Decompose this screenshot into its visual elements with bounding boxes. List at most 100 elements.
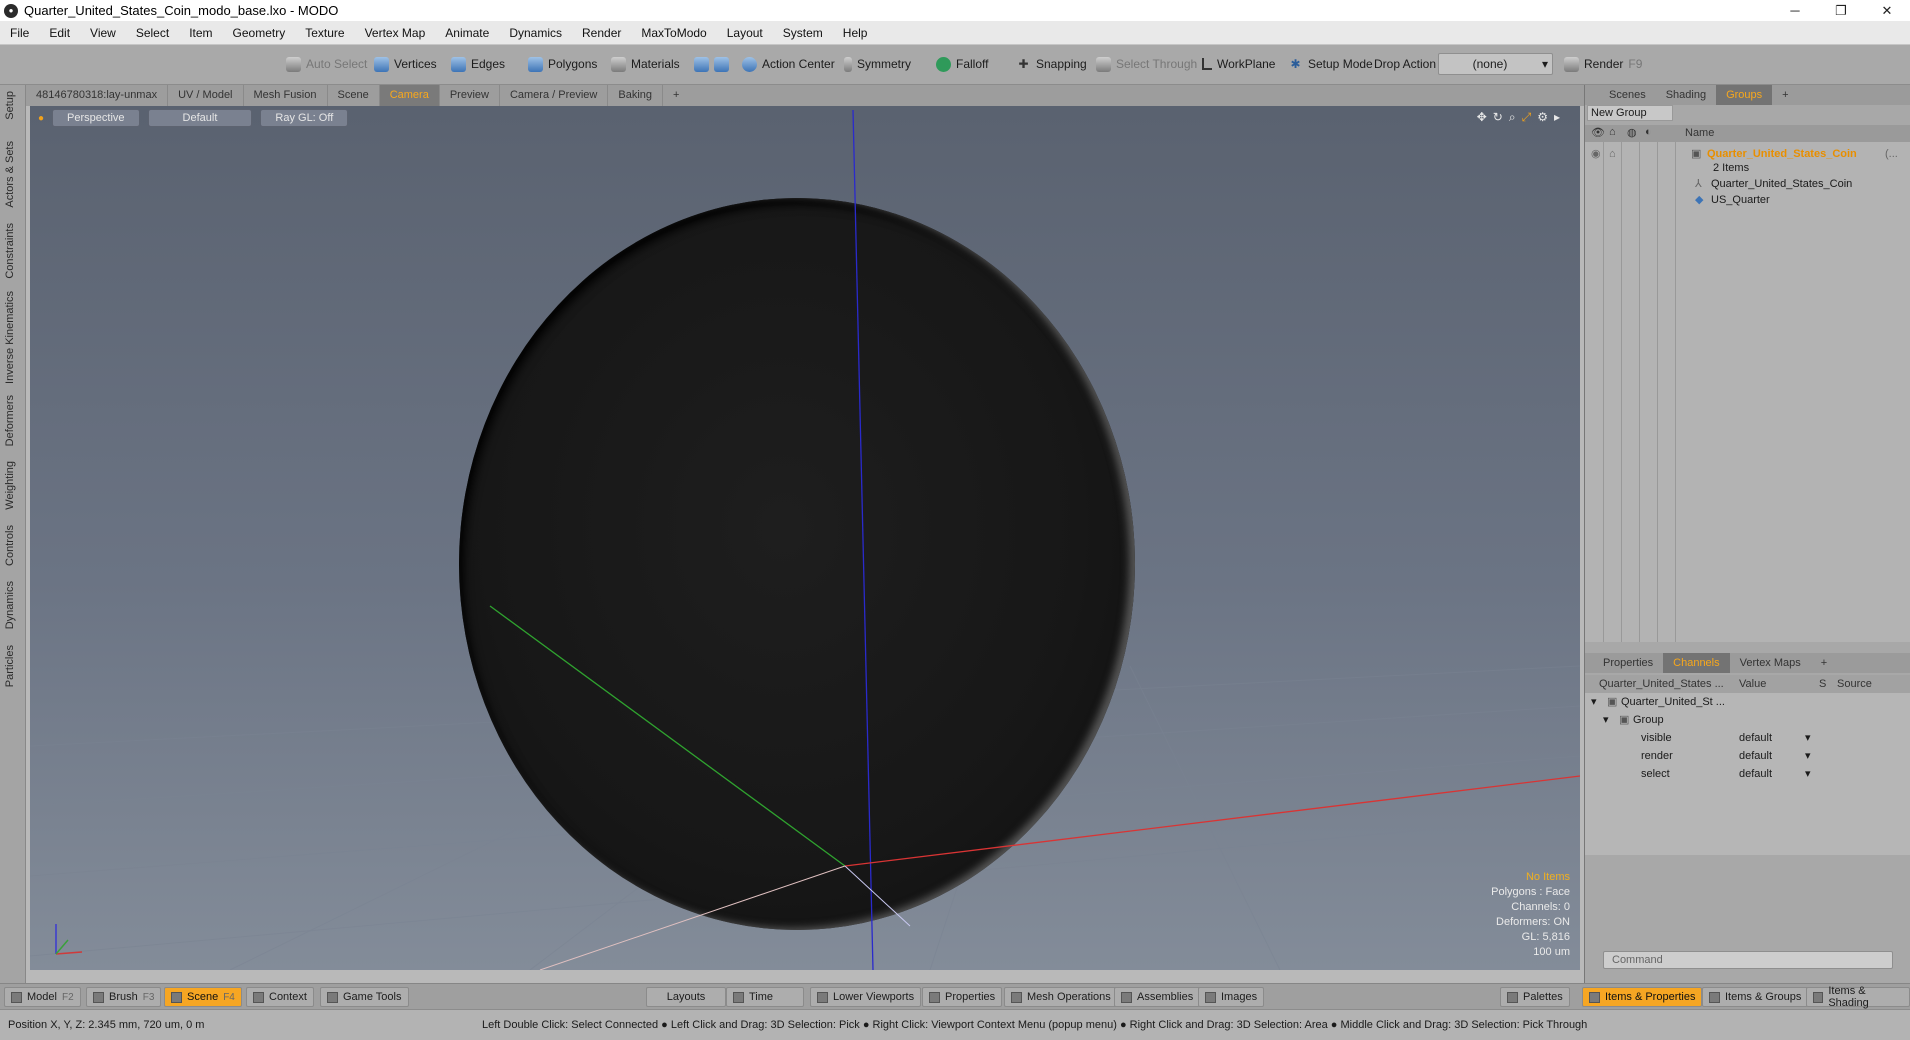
tab-shading[interactable]: Shading [1656, 89, 1716, 101]
falloff-button[interactable]: Falloff [932, 53, 992, 75]
menu-system[interactable]: System [773, 26, 833, 40]
menu-edit[interactable]: Edit [39, 26, 80, 40]
menu-view[interactable]: View [80, 26, 126, 40]
tab-controls[interactable]: Controls [4, 525, 16, 566]
expand-icon[interactable]: ▾ [1603, 711, 1609, 729]
tab-properties[interactable]: Properties [1585, 657, 1663, 669]
brush-layout-button[interactable]: Brush F3 [86, 987, 162, 1007]
chevron-down-icon[interactable]: ▾ [1805, 729, 1811, 747]
lower-viewports-button[interactable]: Lower Viewports [810, 987, 922, 1007]
drop-action-dropdown[interactable]: (none) ▾ [1438, 53, 1553, 75]
tab-layout-unmax[interactable]: 48146780318:lay-unmax [26, 85, 169, 106]
play-icon[interactable]: ▸ [1554, 110, 1560, 125]
menu-render[interactable]: Render [572, 26, 631, 40]
menu-file[interactable]: File [0, 26, 39, 40]
polygons-button[interactable]: Polygons [524, 53, 601, 75]
snapping-button[interactable]: ✚ Snapping [1012, 53, 1091, 75]
select-through-button[interactable]: Select Through [1092, 53, 1201, 75]
add-tab-button[interactable]: + [1811, 657, 1837, 669]
channel-value[interactable]: default [1739, 765, 1772, 783]
maximize-icon[interactable]: ⤢ [1522, 110, 1532, 125]
workplane-button[interactable]: WorkPlane [1198, 53, 1279, 75]
tab-vertex-maps[interactable]: Vertex Maps [1730, 657, 1811, 669]
edges-button[interactable]: Edges [447, 53, 509, 75]
lock-icon[interactable]: ⌂ [1609, 126, 1616, 138]
tab-constraints[interactable]: Constraints [4, 223, 16, 279]
game-tools-button[interactable]: Game Tools [320, 987, 409, 1007]
menu-geometry[interactable]: Geometry [223, 26, 296, 40]
images-button[interactable]: Images [1198, 987, 1265, 1007]
render-button[interactable]: Render F9 [1560, 53, 1646, 75]
tab-deformers[interactable]: Deformers [4, 395, 16, 446]
layouts-button[interactable]: Layouts [646, 987, 726, 1007]
menu-dynamics[interactable]: Dynamics [499, 26, 572, 40]
menu-maxtomodo[interactable]: MaxToModo [631, 26, 716, 40]
shading-mode-button[interactable]: Default [147, 109, 253, 127]
tab-dynamics[interactable]: Dynamics [4, 581, 16, 629]
tab-setup[interactable]: Setup [4, 91, 16, 120]
tab-particles[interactable]: Particles [4, 645, 16, 687]
pan-icon[interactable]: ✥ [1477, 110, 1487, 125]
palettes-button[interactable]: Palettes [1500, 987, 1570, 1007]
tab-actors-sets[interactable]: Actors & Sets [4, 141, 16, 208]
properties-button[interactable]: Properties [922, 987, 1003, 1007]
tab-inverse-kinematics[interactable]: Inverse Kinematics [4, 291, 16, 384]
restore-button[interactable]: ❐ [1818, 0, 1864, 21]
tab-preview[interactable]: Preview [440, 85, 500, 106]
expand-icon[interactable]: ▾ [1591, 693, 1597, 711]
tab-weighting[interactable]: Weighting [4, 461, 16, 510]
materials-button[interactable]: Materials [607, 53, 684, 75]
context-button[interactable]: Context [246, 987, 314, 1007]
symmetry-button[interactable]: Symmetry [840, 53, 915, 75]
menu-vertex-map[interactable]: Vertex Map [355, 26, 436, 40]
tab-camera[interactable]: Camera [379, 85, 440, 106]
model-layout-button[interactable]: Model F2 [4, 987, 81, 1007]
action-center-button[interactable]: Action Center [738, 53, 839, 75]
menu-help[interactable]: Help [833, 26, 878, 40]
mesh-operations-button[interactable]: Mesh Operations [1004, 987, 1118, 1007]
new-group-button[interactable]: New Group [1587, 105, 1673, 121]
group-child-row[interactable]: ⅄ Quarter_United_States_Coin [1585, 176, 1910, 192]
channel-group-row[interactable]: ▾ ▣ Group [1585, 711, 1910, 729]
auto-select-button[interactable]: Auto Select [282, 53, 371, 75]
tab-scenes[interactable]: Scenes [1585, 89, 1656, 101]
tab-mesh-fusion[interactable]: Mesh Fusion [244, 85, 328, 106]
items-properties-button[interactable]: Items & Properties [1582, 987, 1703, 1007]
add-tab-button[interactable]: + [663, 85, 689, 106]
items-shading-button[interactable]: Items & Shading [1806, 985, 1910, 1009]
channel-item-row[interactable]: ▾ ▣ Quarter_United_St ... [1585, 693, 1910, 711]
channel-row-visible[interactable]: visible default ▾ [1585, 729, 1910, 747]
component-mode-button[interactable] [690, 53, 733, 75]
rotate-icon[interactable]: ↻ [1493, 110, 1503, 125]
command-input[interactable]: Command [1603, 951, 1893, 969]
channel-value[interactable]: default [1739, 747, 1772, 765]
menu-layout[interactable]: Layout [717, 26, 773, 40]
vertices-button[interactable]: Vertices [370, 53, 441, 75]
channel-value[interactable]: default [1739, 729, 1772, 747]
scene-layout-button[interactable]: Scene F4 [164, 987, 242, 1007]
tab-channels[interactable]: Channels [1663, 653, 1730, 673]
3d-viewport[interactable]: ● Perspective Default Ray GL: Off ✥ ↻ ⌕ … [30, 106, 1580, 970]
tab-camera-preview[interactable]: Camera / Preview [500, 85, 609, 106]
setup-mode-button[interactable]: ✱ Setup Mode [1284, 53, 1377, 75]
tab-scene[interactable]: Scene [328, 85, 380, 106]
items-groups-button[interactable]: Items & Groups [1702, 987, 1809, 1007]
group-child-row[interactable]: ◆ US_Quarter [1585, 192, 1910, 208]
assemblies-button[interactable]: Assemblies [1114, 987, 1201, 1007]
chevron-down-icon[interactable]: ▾ [1805, 765, 1811, 783]
raygl-toggle[interactable]: Ray GL: Off [260, 109, 349, 127]
time-button[interactable]: Time [726, 987, 804, 1007]
add-tab-button[interactable]: + [1772, 89, 1798, 101]
menu-select[interactable]: Select [126, 26, 179, 40]
gear-icon[interactable]: ⚙ [1537, 110, 1548, 125]
close-button[interactable]: ✕ [1864, 0, 1910, 21]
render-toggle-icon[interactable]: ◍ [1627, 126, 1637, 139]
eye-icon[interactable]: 👁 [1591, 126, 1605, 139]
view-type-button[interactable]: Perspective [52, 109, 140, 127]
tab-uv-model[interactable]: UV / Model [168, 85, 244, 106]
chevron-down-icon[interactable]: ▾ [1805, 747, 1811, 765]
menu-item[interactable]: Item [179, 26, 222, 40]
channel-row-render[interactable]: render default ▾ [1585, 747, 1910, 765]
menu-animate[interactable]: Animate [435, 26, 499, 40]
tab-baking[interactable]: Baking [608, 85, 664, 106]
